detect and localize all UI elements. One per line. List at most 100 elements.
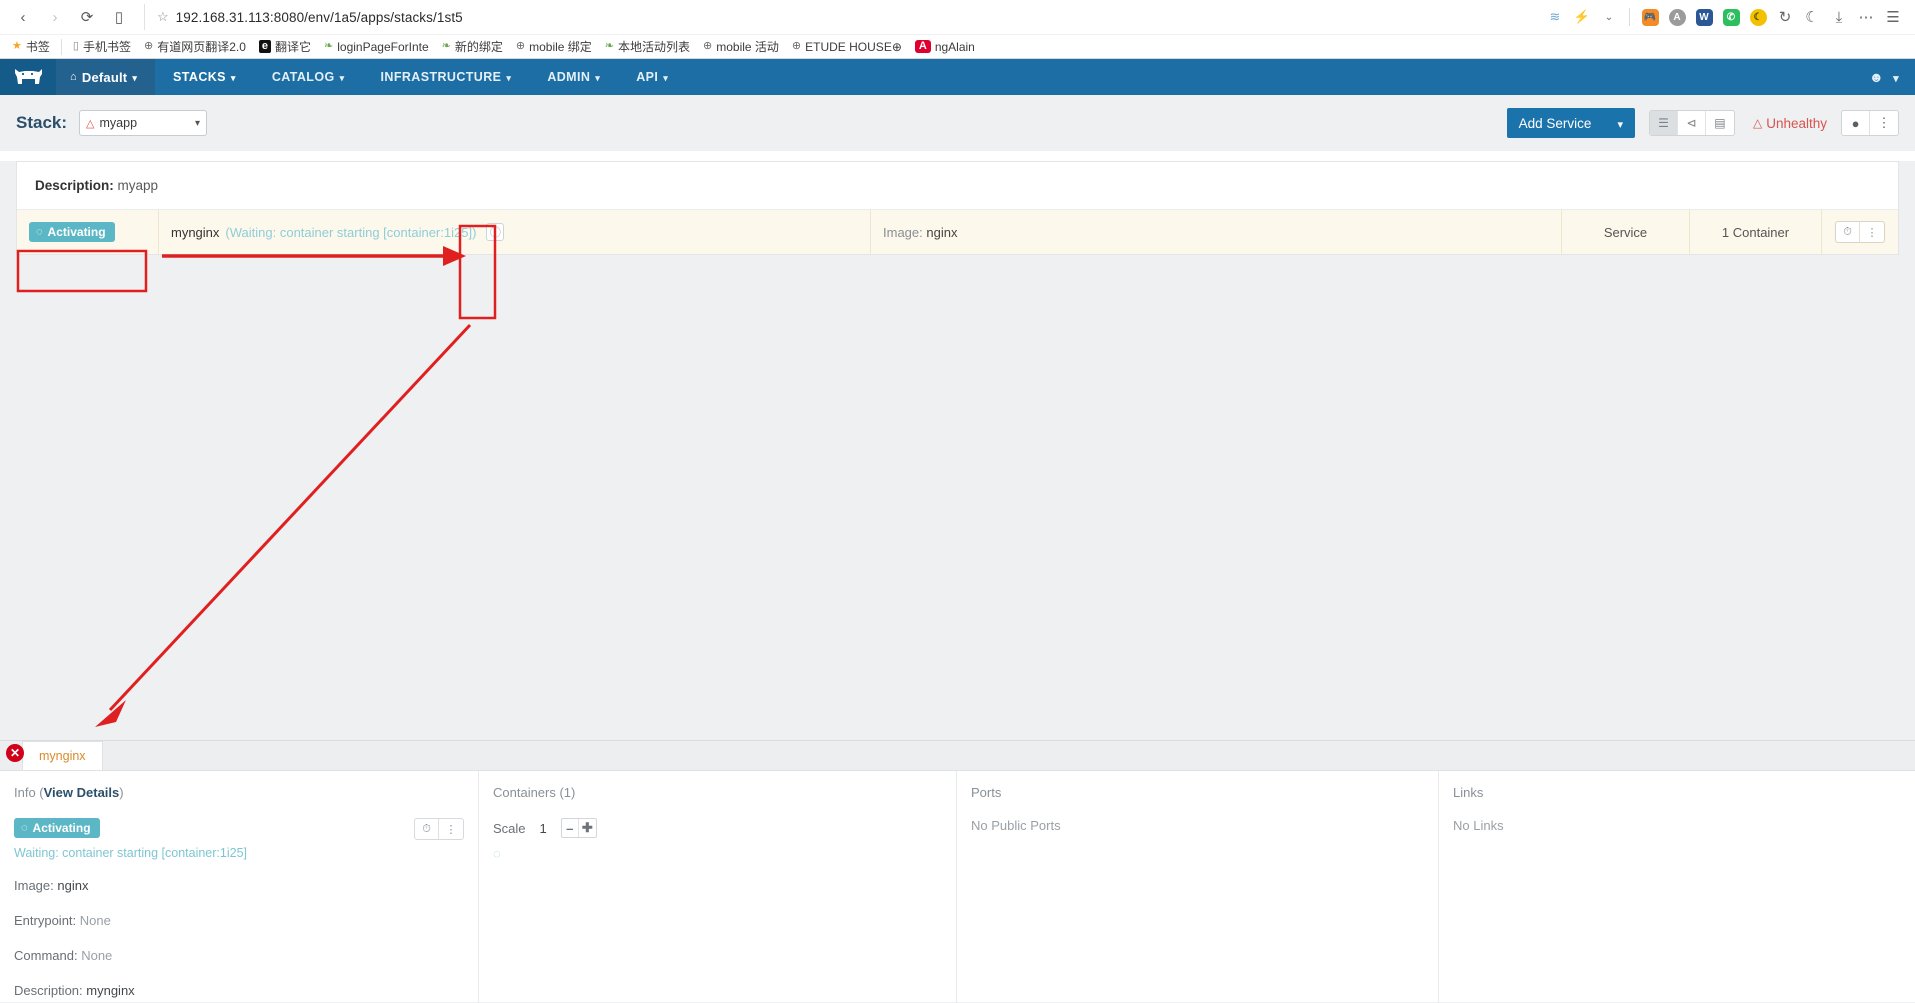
status-badge-label: Activating [33,821,91,835]
bookmark-item-4[interactable]: ❧ loginPageForInte [318,38,435,56]
bookmark-label: mobile 绑定 [529,38,592,55]
chevron-down-icon: ▾ [595,73,600,84]
info-title-prefix: Info ( [14,785,44,800]
bookmark-item-3[interactable]: e 翻译它 [253,36,317,57]
nav-item-stacks[interactable]: STACKS ▾ [155,59,254,95]
kebab-menu-icon[interactable]: ⋮ [439,819,463,839]
bookmark-item-8[interactable]: ⊕ mobile 活动 [697,36,785,57]
service-state-cell: ◌ Activating [17,210,159,254]
image-value: nginx [926,225,957,240]
info-circle-icon[interactable]: ⓘ [486,223,504,241]
chevron-down-icon: ▾ [195,118,200,129]
chevron-down-icon[interactable]: ⌄ [1597,5,1621,29]
nav-label: STACKS [173,70,226,84]
bookmark-item-2[interactable]: ⊕ 有道网页翻译2.0 [138,36,252,57]
panel-tab-mynginx[interactable]: mynginx [22,741,103,770]
bookmarks-bar: ★ 书签 ▯ 手机书签 ⊕ 有道网页翻译2.0 e 翻译它 ❧ loginPag… [0,34,1915,58]
scale-decrement-button[interactable]: – [562,819,579,837]
ext-a-icon[interactable]: A [1665,5,1689,29]
bookmark-item-0[interactable]: ★ 书签 [6,36,56,57]
scale-label: Scale [493,821,526,836]
back-button[interactable]: ‹ [8,3,38,31]
spinner-icon: ◌ [36,226,43,238]
scale-increment-button[interactable]: ✚ [579,819,596,837]
nav-item-admin[interactable]: ADMIN ▾ [529,59,618,95]
globe-icon: ⊕ [144,41,153,52]
bookmark-label: 书签 [26,38,50,55]
ext-moon-yellow-icon[interactable]: ☾ [1746,5,1770,29]
service-detail-panel: ✕ mynginx Info (View Details) ◌ Activati… [0,740,1915,1002]
bookmark-item-10[interactable]: A ngAlain [909,38,981,56]
panel-column-ports: Ports No Public Ports [956,771,1438,1003]
stack-toolbar-actions: Add Service ▾ ☰ ⊲ ▤ △ Unhealthy ● ⋮ [1507,108,1899,138]
field-label: Description: [14,983,83,998]
bookmark-label: 翻译它 [275,38,311,55]
address-bar[interactable]: ☆ 192.168.31.113:8080/env/1a5/apps/stack… [144,4,1533,30]
chevron-down-icon: ▾ [1893,72,1899,85]
description-label: Description: [35,178,114,193]
add-service-button[interactable]: Add Service ▾ [1507,108,1635,138]
ext-wechat-icon[interactable]: ✆ [1719,5,1743,29]
service-name-link[interactable]: mynginx [171,225,219,240]
download-icon[interactable]: ⤓ [1827,5,1851,29]
nav-item-infrastructure[interactable]: INFRASTRUCTURE ▾ [363,59,530,95]
config-view-icon[interactable]: ▤ [1706,111,1734,135]
toolbar-divider [1629,8,1630,26]
cow-logo-icon [13,68,43,86]
list-view-icon[interactable]: ☰ [1650,111,1678,135]
globe-icon: ⊕ [516,41,525,52]
forward-button[interactable]: › [40,3,70,31]
angular-icon: A [915,40,931,53]
chevron-down-icon: ▾ [1617,118,1623,131]
bookmark-label: ETUDE HOUSE⊕ [805,40,902,54]
globe-icon: ⊕ [703,41,712,52]
ext-game-icon[interactable]: 🎮 [1638,5,1662,29]
rancher-logo[interactable] [0,59,56,95]
view-details-link[interactable]: View Details [44,785,120,800]
table-row[interactable]: ◌ Activating mynginx (Waiting: container… [17,210,1898,254]
close-icon[interactable]: ✕ [6,744,24,762]
add-service-label: Add Service [1519,116,1592,131]
field-value: None [80,913,111,928]
night-mode-icon[interactable]: ☾ [1800,5,1824,29]
graph-view-icon[interactable]: ⊲ [1678,111,1706,135]
nav-label: CATALOG [272,70,335,84]
nav-item-api[interactable]: API ▾ [618,59,686,95]
globe-icon: ⊕ [792,41,801,52]
bookmark-item-9[interactable]: ⊕ ETUDE HOUSE⊕ [786,38,908,56]
info-state-message: Waiting: container starting [container:1… [14,846,464,860]
split-screen-button[interactable]: ▯ [104,3,134,31]
bookmark-label: loginPageForInte [337,40,428,54]
more-icon[interactable]: ⋯ [1854,5,1878,29]
bookmark-star-icon[interactable]: ☆ [157,9,169,25]
service-name-cell: mynginx (Waiting: container starting [co… [159,210,871,254]
history-icon[interactable]: ↻ [1773,5,1797,29]
menu-icon[interactable]: ☰ [1881,5,1905,29]
nav-item-catalog[interactable]: CATALOG ▾ [254,59,363,95]
ports-value: No Public Ports [971,818,1424,833]
bookmark-item-1[interactable]: ▯ 手机书签 [67,36,137,57]
kebab-menu-icon[interactable]: ⋮ [1870,111,1898,135]
panel-tab-label: mynginx [39,749,86,763]
sync-icon[interactable]: ≋ [1543,5,1567,29]
reload-button[interactable]: ⟳ [72,3,102,31]
ports-column-title: Ports [971,785,1424,800]
toolbar-right-icons: ≋ ⚡ ⌄ 🎮 A W ✆ ☾ ↻ ☾ ⤓ ⋯ ☰ [1543,5,1907,29]
environment-selector[interactable]: ⌂ Default ▾ [56,59,155,95]
stack-select[interactable]: △ myapp ▾ [79,110,207,136]
bookmark-item-6[interactable]: ⊕ mobile 绑定 [510,36,598,57]
upgrade-icon[interactable]: ⏱ [1836,222,1860,242]
stop-icon[interactable]: ● [1842,111,1870,135]
bookmark-item-5[interactable]: ❧ 新的绑定 [436,36,509,57]
browser-chrome: ‹ › ⟳ ▯ ☆ 192.168.31.113:8080/env/1a5/ap… [0,0,1915,59]
flash-icon[interactable]: ⚡ [1570,5,1594,29]
upgrade-icon[interactable]: ⏱ [415,819,439,839]
kebab-menu-icon[interactable]: ⋮ [1860,222,1884,242]
service-container-count-cell: 1 Container [1690,210,1822,254]
ext-word-icon[interactable]: W [1692,5,1716,29]
stack-select-value: myapp [100,116,138,130]
bookmark-item-7[interactable]: ❧ 本地活动列表 [599,36,696,57]
info-field-image: Image: nginx [14,878,464,893]
user-menu[interactable]: ☻ ▾ [1851,59,1915,95]
info-state-row: ◌ Activating ⏱ ⋮ [14,818,464,840]
